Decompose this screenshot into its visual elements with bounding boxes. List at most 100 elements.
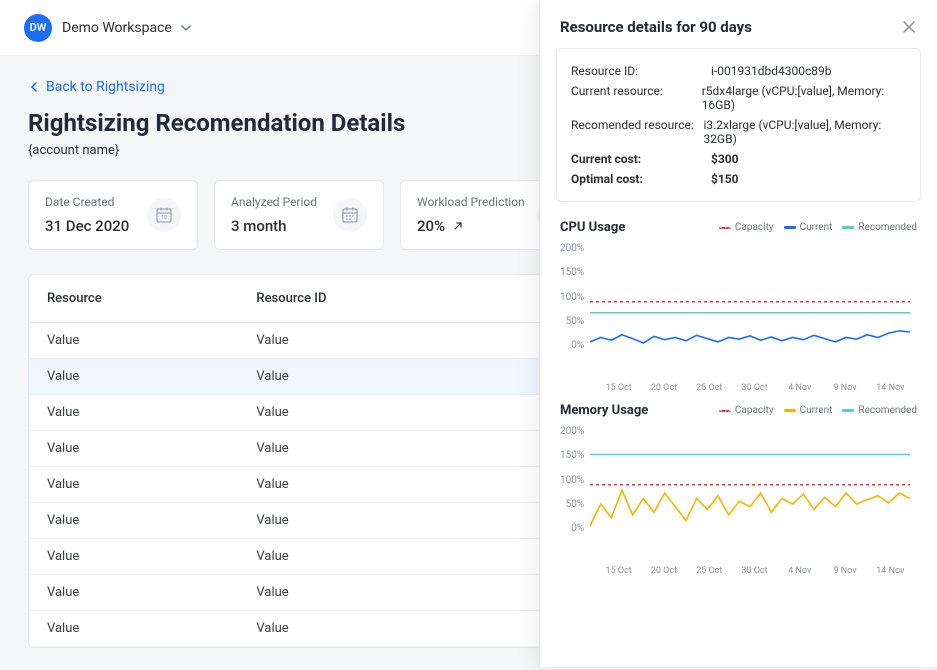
chevron-left-icon: [28, 81, 40, 93]
detail-row-recommended-resource: Recomended resource: i3.2xlarge (vCPU:[v…: [571, 115, 906, 149]
legend-recommended: Recomended: [842, 405, 917, 416]
card-label: Analyzed Period: [231, 195, 317, 209]
col-resource-id[interactable]: Resource ID: [238, 275, 483, 323]
svg-text:10: 10: [161, 215, 167, 221]
x-tick: 15 Oct: [596, 383, 641, 393]
workspace-name[interactable]: Demo Workspace: [62, 20, 172, 36]
card-value: 3 month: [231, 217, 317, 235]
chart-title: Memory Usage: [560, 403, 648, 418]
y-tick: 100%: [560, 475, 584, 486]
legend-current: Current: [784, 405, 833, 416]
y-tick: 50%: [566, 499, 585, 510]
x-tick: 4 Nov: [777, 383, 822, 393]
table-cell: Value: [29, 431, 238, 467]
table-cell: Value: [238, 611, 483, 647]
resource-details-box: Resource ID: i-001931dbd4300c89b Current…: [556, 48, 921, 202]
legend-label: Recomended: [858, 222, 917, 233]
table-cell: Value: [29, 359, 238, 395]
y-tick: 0%: [571, 340, 584, 351]
calendar-icon: 10: [147, 198, 181, 232]
panel-header: Resource details for 90 days: [540, 0, 937, 48]
table-cell: Value: [29, 323, 238, 359]
x-tick: 4 Nov: [777, 566, 822, 576]
close-icon[interactable]: [901, 19, 917, 35]
x-tick: 25 Oct: [687, 383, 732, 393]
arrow-up-icon: [453, 221, 463, 231]
panel-title: Resource details for 90 days: [560, 18, 752, 36]
col-resource[interactable]: Resource: [29, 275, 238, 323]
table-cell: Value: [29, 575, 238, 611]
table-cell: Value: [238, 323, 483, 359]
chart-plot-area: [590, 424, 917, 554]
detail-row-resource-id: Resource ID: i-001931dbd4300c89b: [571, 61, 906, 81]
legend-label: Recomended: [858, 405, 917, 416]
col-label: Resource: [47, 291, 102, 306]
x-tick: 14 Nov: [868, 566, 913, 576]
table-cell: Value: [238, 431, 483, 467]
y-tick: 200%: [560, 243, 584, 254]
legend-current: Current: [784, 222, 833, 233]
chevron-down-icon[interactable]: [180, 22, 192, 34]
card-label: Date Created: [45, 195, 129, 209]
detail-value: r5dx4large (vCPU:[value], Memory: 16GB): [702, 84, 906, 112]
x-axis: 15 Oct20 Oct25 Oct30 Oct4 Nov9 Nov14 Nov: [560, 383, 917, 393]
y-tick: 150%: [560, 450, 584, 461]
x-tick: 14 Nov: [868, 383, 913, 393]
card-analyzed-period: Analyzed Period 3 month: [214, 180, 384, 250]
memory-usage-chart: Memory Usage Capacity Current Recomended…: [540, 395, 937, 578]
detail-value: $300: [711, 152, 739, 166]
y-tick: 150%: [560, 267, 584, 278]
table-cell: Value: [29, 395, 238, 431]
legend-label: Current: [800, 405, 833, 416]
legend-label: Current: [800, 222, 833, 233]
back-link-label: Back to Rightsizing: [46, 79, 165, 95]
x-tick: 30 Oct: [732, 383, 777, 393]
chart-plot-area: [590, 241, 917, 371]
col-label: Resource ID: [256, 291, 326, 306]
chart-legend: Capacity Current Recomended: [719, 405, 917, 416]
card-label: Workload Prediction: [417, 195, 525, 209]
detail-value: $150: [711, 172, 739, 186]
table-cell: Value: [238, 503, 483, 539]
legend-label: Capacity: [735, 405, 774, 416]
card-date-created: Date Created 31 Dec 2020 10: [28, 180, 198, 250]
calendar-icon: [333, 198, 367, 232]
x-tick: 15 Oct: [596, 566, 641, 576]
detail-row-current-cost: Current cost: $300: [571, 149, 906, 169]
x-tick: 20 Oct: [641, 566, 686, 576]
x-tick: 20 Oct: [641, 383, 686, 393]
back-link[interactable]: Back to Rightsizing: [28, 79, 165, 95]
y-tick: 50%: [566, 316, 585, 327]
detail-value: i-001931dbd4300c89b: [711, 64, 831, 78]
x-tick: 25 Oct: [687, 566, 732, 576]
workspace-badge: DW: [24, 14, 52, 42]
y-tick: 100%: [560, 292, 584, 303]
chart-title: CPU Usage: [560, 220, 625, 235]
card-value-text: 20%: [417, 217, 445, 235]
detail-label: Current cost:: [571, 152, 711, 166]
card-value: 20%: [417, 217, 525, 235]
x-axis: 15 Oct20 Oct25 Oct30 Oct4 Nov9 Nov14 Nov: [560, 566, 917, 576]
detail-label: Recomended resource:: [571, 118, 703, 146]
card-value: 31 Dec 2020: [45, 217, 129, 235]
table-cell: Value: [238, 395, 483, 431]
y-tick: 200%: [560, 426, 584, 437]
detail-label: Current resource:: [571, 84, 702, 112]
table-cell: Value: [238, 539, 483, 575]
table-cell: Value: [238, 467, 483, 503]
table-cell: Value: [29, 611, 238, 647]
legend-capacity: Capacity: [719, 405, 774, 416]
legend-label: Capacity: [735, 222, 774, 233]
table-cell: Value: [29, 467, 238, 503]
table-cell: Value: [238, 575, 483, 611]
legend-recommended: Recomended: [842, 222, 917, 233]
cpu-usage-chart: CPU Usage Capacity Current Recomended 20…: [540, 212, 937, 395]
y-tick: 0%: [571, 523, 584, 534]
table-cell: Value: [238, 359, 483, 395]
detail-label: Resource ID:: [571, 64, 711, 78]
legend-capacity: Capacity: [719, 222, 774, 233]
table-cell: Value: [29, 539, 238, 575]
x-tick: 9 Nov: [822, 566, 867, 576]
x-tick: 30 Oct: [732, 566, 777, 576]
detail-row-optimal-cost: Optimal cost: $150: [571, 169, 906, 189]
